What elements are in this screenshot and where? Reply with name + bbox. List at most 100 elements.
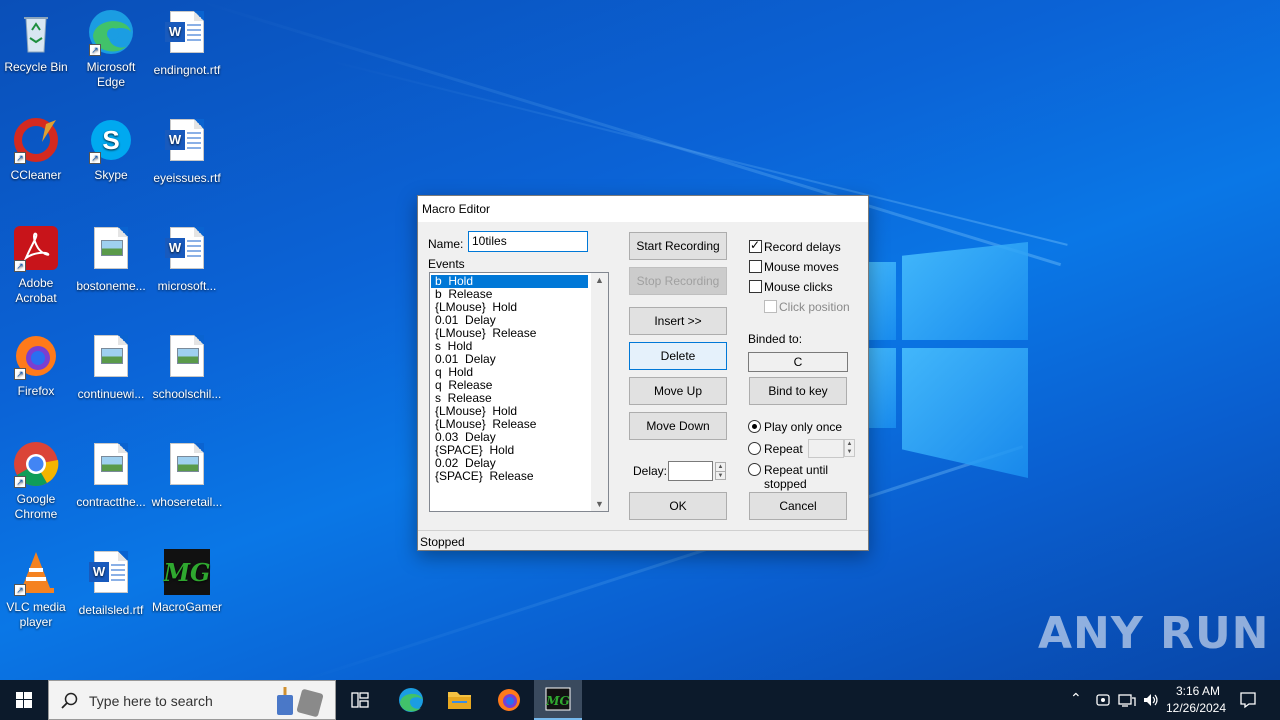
click-position-checkbox[interactable] xyxy=(764,300,777,313)
taskbar-edge-button[interactable] xyxy=(390,680,432,720)
desktop-icon-adobe-acrobat[interactable]: ↗ Adobe Acrobat xyxy=(0,224,74,306)
spin-down-icon[interactable]: ▼ xyxy=(845,448,854,456)
clock-date[interactable]: 12/26/2024 xyxy=(1163,701,1229,715)
repeat-radio[interactable] xyxy=(748,442,761,455)
desktop-icon-microsoft[interactable]: W microsoft... xyxy=(149,224,225,294)
volume-icon[interactable] xyxy=(1142,692,1160,708)
taskbar-macrogamer-button[interactable]: MG xyxy=(534,680,582,720)
image-file-icon xyxy=(87,335,135,383)
desktop-icon-eyeissues[interactable]: W eyeissues.rtf xyxy=(149,116,225,186)
desktop-icon-whoseretail[interactable]: whoseretail... xyxy=(149,440,225,510)
desktop-icon-label: Skype xyxy=(94,168,128,182)
clock-time[interactable]: 3:16 AM xyxy=(1173,684,1223,698)
record-delays-label: Record delays xyxy=(764,240,841,254)
status-bar: Stopped xyxy=(418,530,868,550)
image-file-icon xyxy=(163,335,211,383)
repeat-count-input[interactable] xyxy=(808,439,844,458)
desktop-icon-label: detailsled.rtf xyxy=(78,603,144,617)
task-view-button[interactable] xyxy=(340,680,380,720)
desktop-icon-label: VLC media player xyxy=(6,600,66,629)
desktop-icon-ccleaner[interactable]: ↗ CCleaner xyxy=(0,116,74,183)
shortcut-arrow-icon: ↗ xyxy=(89,152,101,164)
delay-spinner[interactable]: ▲ ▼ xyxy=(715,462,726,480)
taskbar-firefox-button[interactable] xyxy=(488,680,530,720)
spin-up-icon[interactable]: ▲ xyxy=(845,440,854,448)
vlc-cone-icon: ↗ xyxy=(12,548,60,596)
insert-button[interactable]: Insert >> xyxy=(629,307,727,335)
taskbar-search-box[interactable]: Type here to search xyxy=(48,680,336,720)
word-document-icon: W xyxy=(163,11,211,59)
desktop-icon-bostoneme[interactable]: bostoneme... xyxy=(73,224,149,294)
taskbar: Type here to search MG ⌃ 3:16 AM 12/26/2… xyxy=(0,680,1280,720)
macrogamer-icon: MG xyxy=(162,548,211,596)
mouse-moves-label: Mouse moves xyxy=(764,260,839,274)
desktop-icon-detailsled[interactable]: W detailsled.rtf xyxy=(73,548,149,618)
move-down-button[interactable]: Move Down xyxy=(629,412,727,440)
delay-input[interactable] xyxy=(668,461,713,481)
name-input[interactable]: 10tiles xyxy=(468,231,588,252)
events-scrollbar[interactable]: ▲ ▼ xyxy=(591,273,608,511)
mouse-clicks-label: Mouse clicks xyxy=(764,280,833,294)
desktop-icon-microsoft-edge[interactable]: ↗ Microsoft Edge xyxy=(73,8,149,90)
desktop-icon-label: Google Chrome xyxy=(14,492,58,521)
desktop-icon-label: Microsoft Edge xyxy=(86,60,136,89)
ok-button[interactable]: OK xyxy=(629,492,727,520)
spin-down-icon[interactable]: ▼ xyxy=(716,471,725,479)
desktop-icon-contractthe[interactable]: contractthe... xyxy=(73,440,149,510)
events-list[interactable]: b Hold b Release {LMouse} Hold 0.01 Delay {L… xyxy=(429,272,609,512)
mouse-clicks-checkbox[interactable] xyxy=(749,280,762,293)
desktop-icon-label: continuewi... xyxy=(77,387,145,401)
shortcut-arrow-icon: ↗ xyxy=(14,584,26,596)
firefox-icon xyxy=(498,689,520,711)
name-label: Name: xyxy=(428,237,464,251)
firefox-icon: ↗ xyxy=(12,332,60,380)
move-up-button[interactable]: Move Up xyxy=(629,377,727,405)
desktop-icon-firefox[interactable]: ↗ Firefox xyxy=(0,332,74,399)
delete-button[interactable]: Delete xyxy=(629,342,727,370)
desktop-icon-macrogamer[interactable]: MG MacroGamer xyxy=(149,548,225,615)
edge-icon xyxy=(399,688,423,712)
recycle-bin-icon xyxy=(12,8,60,56)
scroll-up-icon[interactable]: ▲ xyxy=(595,275,604,285)
start-recording-button[interactable]: Start Recording xyxy=(629,232,727,260)
play-once-label: Play only once xyxy=(764,420,843,434)
play-once-radio[interactable] xyxy=(748,420,761,433)
desktop-icon-endingnot[interactable]: W endingnot.rtf xyxy=(149,8,225,78)
desktop-icon-google-chrome[interactable]: ↗ Google Chrome xyxy=(0,440,74,522)
desktop-icon-vlc[interactable]: ↗ VLC media player xyxy=(0,548,74,630)
bind-to-key-button[interactable]: Bind to key xyxy=(749,377,847,405)
network-icon[interactable] xyxy=(1118,692,1136,708)
shortcut-arrow-icon: ↗ xyxy=(14,368,26,380)
repeat-label: Repeat xyxy=(764,442,803,456)
ccleaner-icon: ↗ xyxy=(12,116,60,164)
mouse-moves-checkbox[interactable] xyxy=(749,260,762,273)
macro-editor-dialog: Macro Editor Name: 10tiles Events b Hold… xyxy=(417,195,869,551)
adobe-acrobat-icon: ↗ xyxy=(12,224,60,272)
start-button[interactable] xyxy=(0,680,48,720)
scroll-down-icon[interactable]: ▼ xyxy=(595,499,604,509)
cancel-button[interactable]: Cancel xyxy=(749,492,847,520)
windows-start-icon xyxy=(16,692,32,708)
desktop-icon-recycle-bin[interactable]: Recycle Bin xyxy=(0,8,74,75)
task-view-icon xyxy=(351,692,369,708)
repeat-spinner[interactable]: ▲ ▼ xyxy=(844,439,855,457)
notifications-icon[interactable] xyxy=(1239,691,1257,709)
spin-up-icon[interactable]: ▲ xyxy=(716,463,725,471)
taskbar-explorer-button[interactable] xyxy=(438,680,480,720)
events-label: Events xyxy=(428,257,465,271)
event-list-item[interactable]: {SPACE} Release xyxy=(431,470,588,483)
meet-now-icon[interactable] xyxy=(1095,692,1111,708)
shortcut-arrow-icon: ↗ xyxy=(14,476,26,488)
image-file-icon xyxy=(87,443,135,491)
search-placeholder: Type here to search xyxy=(89,693,213,709)
desktop-icon-label: schoolschil... xyxy=(152,387,222,401)
macrogamer-icon: MG xyxy=(545,687,571,711)
tray-overflow-icon[interactable]: ⌃ xyxy=(1070,690,1082,707)
repeat-until-stopped-radio[interactable] xyxy=(748,463,761,476)
desktop-icon-label: whoseretail... xyxy=(151,495,223,509)
stop-recording-button[interactable]: Stop Recording xyxy=(629,267,727,295)
desktop-icon-skype[interactable]: S ↗ Skype xyxy=(73,116,149,183)
record-delays-checkbox[interactable] xyxy=(749,238,762,253)
desktop-icon-schoolschil[interactable]: schoolschil... xyxy=(149,332,225,402)
desktop-icon-continuewi[interactable]: continuewi... xyxy=(73,332,149,402)
